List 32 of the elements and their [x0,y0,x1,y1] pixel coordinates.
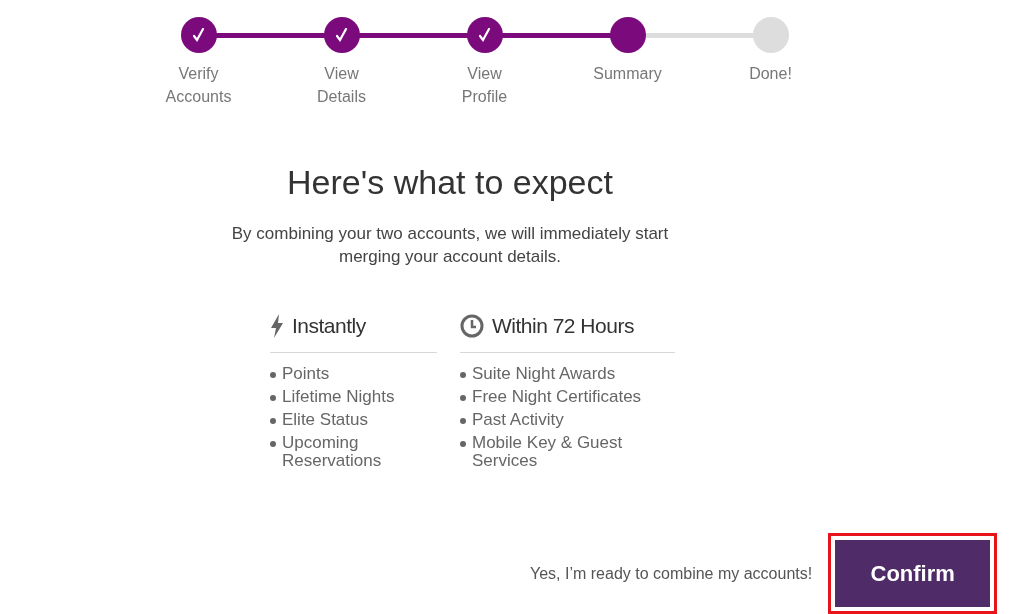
confirm-prompt: Yes, I’m ready to combine my accounts! [530,563,813,584]
bullet-icon [270,417,276,424]
step-label: Done! [748,64,793,84]
list-item: Elite Status [282,410,368,429]
clock-icon [460,313,484,338]
column-title: Instantly [292,313,366,339]
bullet-icon [460,417,466,424]
list-item: Free Night Certificates [472,387,642,406]
step-label: Summary [592,64,663,84]
list-item: Mobile Key & Guest Services [472,433,624,470]
step-label: View Profile [460,64,509,107]
confirm-button[interactable]: Confirm [835,540,991,607]
bullet-icon [270,371,276,378]
step-label: View Details [316,64,367,107]
bullet-icon [270,394,276,401]
list-item: Upcoming Reservations [282,433,383,470]
intro-text: By combining your two accounts, we will immediately start merging your account details. [230,223,670,268]
list-item: Points [282,364,330,383]
step-label: Verify Accounts [164,64,233,107]
bullet-icon [460,394,466,401]
check-icon [478,28,491,42]
check-icon [335,28,348,42]
bullet-icon [460,371,466,378]
list-item: Lifetime Nights [282,387,395,406]
bullet-icon [460,440,466,447]
page-heading: Here's what to expect [286,162,614,203]
lightning-icon [270,313,284,338]
list-item: Suite Night Awards [472,364,616,383]
bullet-icon [270,440,276,447]
check-icon [192,28,205,42]
column-title: Within 72 Hours [492,313,634,339]
list-item: Past Activity [472,410,564,429]
